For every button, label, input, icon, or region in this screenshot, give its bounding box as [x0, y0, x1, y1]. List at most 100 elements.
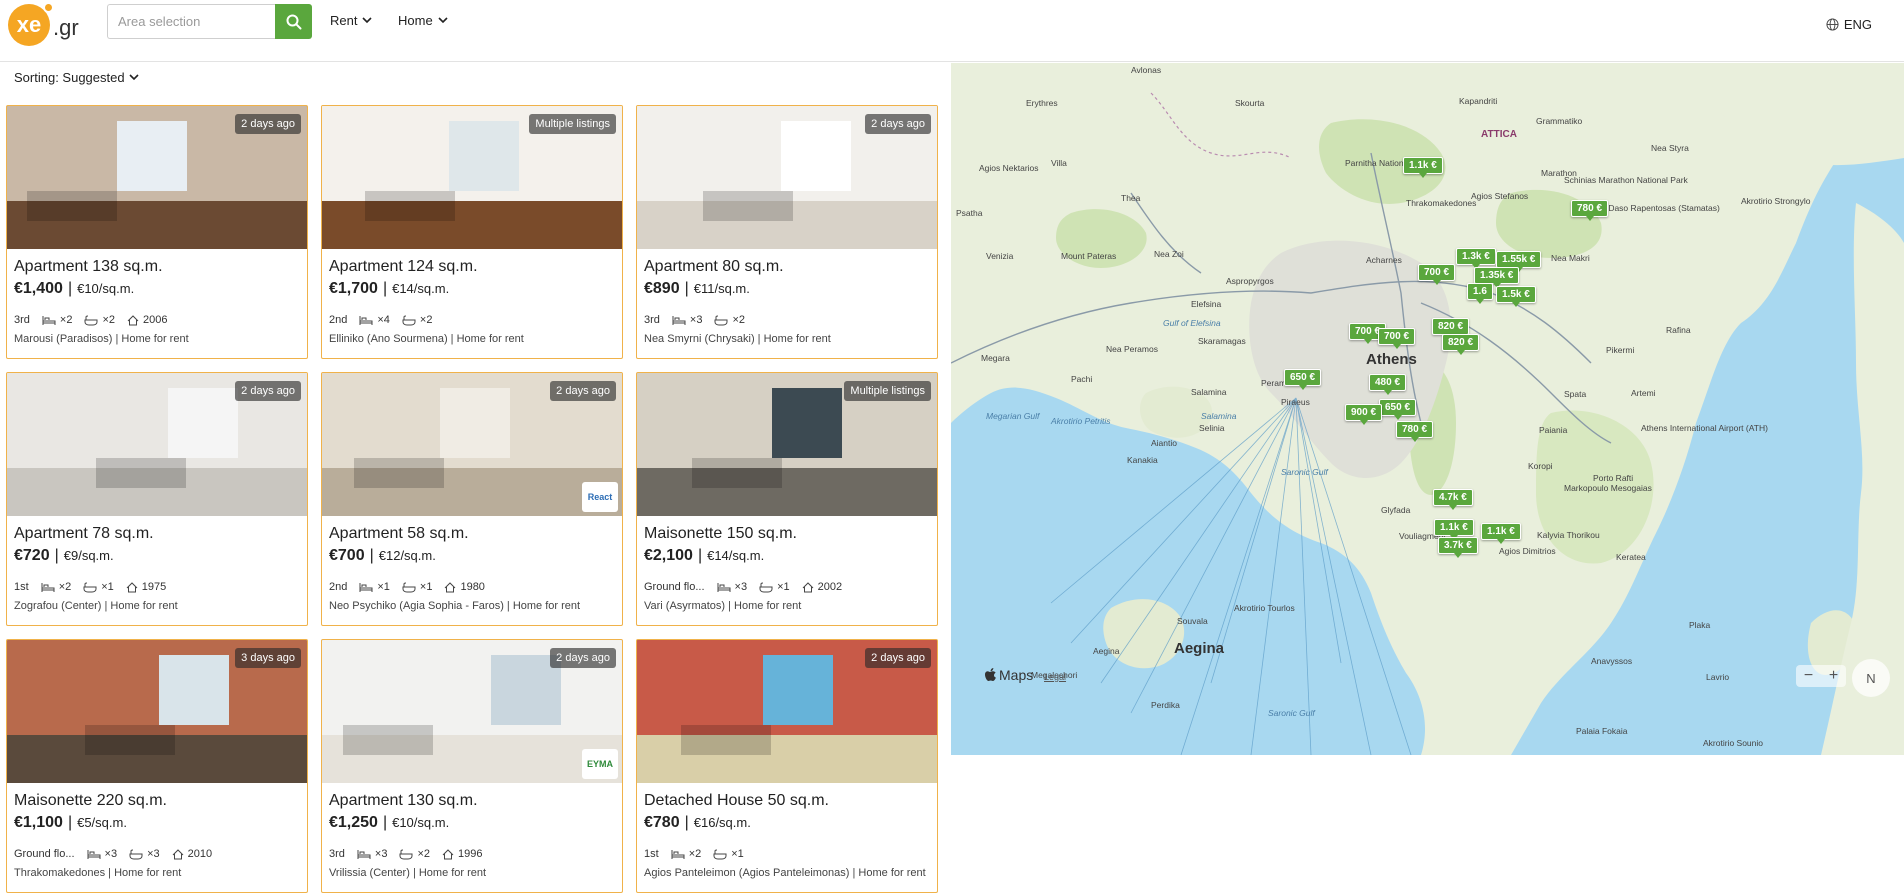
photo-window	[159, 655, 229, 725]
listing-title[interactable]: Apartment 124 sq.m.	[329, 258, 478, 276]
price-per-sqm: €11/sq.m.	[693, 281, 750, 296]
map-place-label: Thrakomakedones	[1406, 198, 1477, 208]
listing-photo[interactable]: 2 days ago	[7, 373, 307, 516]
price-marker[interactable]: 1.55k €	[1496, 251, 1542, 272]
listing-card[interactable]: 2 days ago Apartment 80 sq.m. €890 | €11/s…	[636, 105, 938, 359]
listing-title[interactable]: Apartment 130 sq.m.	[329, 792, 478, 810]
legal-link[interactable]: Legal	[1044, 672, 1066, 682]
listing-card[interactable]: 3 days ago Maisonette 220 sq.m. €1,100 | €…	[6, 639, 308, 893]
bathtub-icon	[399, 849, 413, 859]
listing-photo[interactable]: Multiple listings	[322, 106, 622, 249]
xe-logo[interactable]: xe .gr	[8, 2, 79, 46]
map-place-label: Mount Pateras	[1061, 251, 1117, 261]
listing-card[interactable]: 2 days ago EYMA Apartment 130 sq.m. €1,2…	[321, 639, 623, 893]
chevron-down-icon	[438, 17, 448, 24]
house-icon	[126, 581, 138, 592]
price-marker[interactable]: 1.3k €	[1456, 248, 1496, 269]
map-place-label: Nea Zoi	[1154, 249, 1184, 259]
listing-title[interactable]: Maisonette 220 sq.m.	[14, 792, 167, 810]
price-marker[interactable]: 650 €	[1379, 399, 1417, 420]
price-marker[interactable]: 650 €	[1284, 369, 1322, 390]
home-dropdown[interactable]: Home	[398, 13, 448, 28]
price-marker[interactable]: 1.1k €	[1434, 519, 1474, 540]
listing-features: 3rd ×3 ×2	[644, 314, 745, 326]
listing-location: Thrakomakedones | Home for rent	[14, 867, 182, 879]
area-search-input[interactable]	[107, 4, 275, 39]
price-marker[interactable]: 1.5k €	[1496, 286, 1536, 307]
price-marker[interactable]: 3.7k €	[1438, 537, 1478, 558]
price-marker[interactable]: 480 €	[1369, 374, 1407, 395]
listing-card[interactable]: 2 days ago Apartment 138 sq.m. €1,400 | €1…	[6, 105, 308, 359]
logo-suffix: .gr	[53, 15, 79, 40]
listing-photo[interactable]: 2 days ago	[637, 106, 937, 249]
map-place-label: Aegina	[1093, 646, 1120, 656]
map-place-label: Salamina	[1191, 387, 1227, 397]
listing-card[interactable]: Multiple listings Apartment 124 sq.m. €1…	[321, 105, 623, 359]
price-marker[interactable]: 700 €	[1418, 264, 1456, 285]
map-place-label: Megara	[981, 353, 1010, 363]
listing-photo[interactable]: 2 days ago EYMA	[322, 640, 622, 783]
bedrooms-feature: ×3	[672, 314, 702, 326]
map-place-label: Rafina	[1666, 325, 1691, 335]
zoom-in-button[interactable]: +	[1829, 667, 1838, 685]
price-value: €1,250	[329, 814, 378, 831]
listing-photo[interactable]: 2 days ago React	[322, 373, 622, 516]
zoom-out-button[interactable]: −	[1804, 667, 1813, 685]
photo-furniture	[703, 191, 793, 221]
listing-photo[interactable]: 3 days ago	[7, 640, 307, 783]
listing-title[interactable]: Apartment 58 sq.m.	[329, 525, 469, 543]
price-marker[interactable]: 4.7k €	[1433, 489, 1473, 510]
rent-dropdown[interactable]: Rent	[330, 13, 373, 28]
map-place-label: Psatha	[956, 208, 983, 218]
map-place-label: Villa	[1051, 158, 1067, 168]
price-per-sqm: €5/sq.m.	[77, 815, 127, 830]
listing-title[interactable]: Maisonette 150 sq.m.	[644, 525, 797, 543]
price-marker[interactable]: 780 €	[1571, 200, 1609, 221]
listing-photo[interactable]: 2 days ago	[7, 106, 307, 249]
listing-photo[interactable]: Multiple listings	[637, 373, 937, 516]
listing-title[interactable]: Apartment 80 sq.m.	[644, 258, 784, 276]
price-marker[interactable]: 1.1k €	[1481, 523, 1521, 544]
price-marker[interactable]: 1.1k €	[1403, 157, 1443, 178]
price-marker[interactable]: 820 €	[1432, 318, 1470, 339]
search-button[interactable]	[275, 4, 312, 39]
listing-card[interactable]: 2 days ago Detached House 50 sq.m. €780 |…	[636, 639, 938, 893]
compass-button[interactable]: N	[1852, 659, 1890, 697]
listing-price: €1,400 | €10/sq.m.	[14, 280, 134, 298]
price-marker[interactable]: 700 €	[1378, 328, 1416, 349]
language-selector[interactable]: ENG	[1826, 17, 1872, 32]
bedrooms-feature: ×3	[357, 848, 387, 860]
price-marker[interactable]: 1.6	[1467, 283, 1493, 304]
photo-furniture	[96, 458, 186, 488]
listing-title[interactable]: Detached House 50 sq.m.	[644, 792, 829, 810]
listing-title[interactable]: Apartment 138 sq.m.	[14, 258, 163, 276]
zoom-control: − +	[1796, 665, 1846, 687]
floor-feature: 1st	[14, 581, 29, 593]
listing-card[interactable]: 2 days ago Apartment 78 sq.m. €720 | €9/sq…	[6, 372, 308, 626]
results-map[interactable]: Avlonas Erythres Skourta Kapandriti Grammati…	[951, 63, 1904, 755]
bed-icon	[671, 849, 685, 859]
price-marker[interactable]: 820 €	[1442, 334, 1480, 355]
price-per-sqm: €14/sq.m.	[707, 548, 765, 563]
listing-title[interactable]: Apartment 78 sq.m.	[14, 525, 154, 543]
listing-card[interactable]: Multiple listings Maisonette 150 sq.m. €…	[636, 372, 938, 626]
price-marker[interactable]: 1.35k €	[1474, 267, 1520, 288]
listing-photo[interactable]: 2 days ago	[637, 640, 937, 783]
listing-location: Marousi (Paradisos) | Home for rent	[14, 333, 189, 345]
map-place-label: Gulf of Elefsina	[1163, 318, 1221, 328]
bedrooms-feature: ×2	[42, 314, 72, 326]
floor-feature: 2nd	[329, 581, 348, 593]
floor-feature: Ground flo...	[644, 581, 705, 593]
map-place-label: Paiania	[1539, 425, 1568, 435]
aegina-island	[1103, 599, 1185, 669]
listing-location: Neo Psychiko (Agia Sophia - Faros) | Hom…	[329, 600, 581, 612]
listing-features: 1st ×2 ×1	[644, 848, 744, 860]
price-marker[interactable]: 780 €	[1396, 421, 1434, 442]
sorting-dropdown[interactable]: Sorting: Suggested	[14, 70, 139, 85]
listing-card[interactable]: 2 days ago React Apartment 58 sq.m. €700…	[321, 372, 623, 626]
price-marker[interactable]: 900 €	[1345, 404, 1383, 425]
home-dropdown-label: Home	[398, 13, 433, 28]
price-per-sqm: €14/sq.m.	[392, 281, 450, 296]
listing-price: €700 | €12/sq.m.	[329, 547, 436, 565]
year-feature: 1996	[442, 848, 482, 860]
